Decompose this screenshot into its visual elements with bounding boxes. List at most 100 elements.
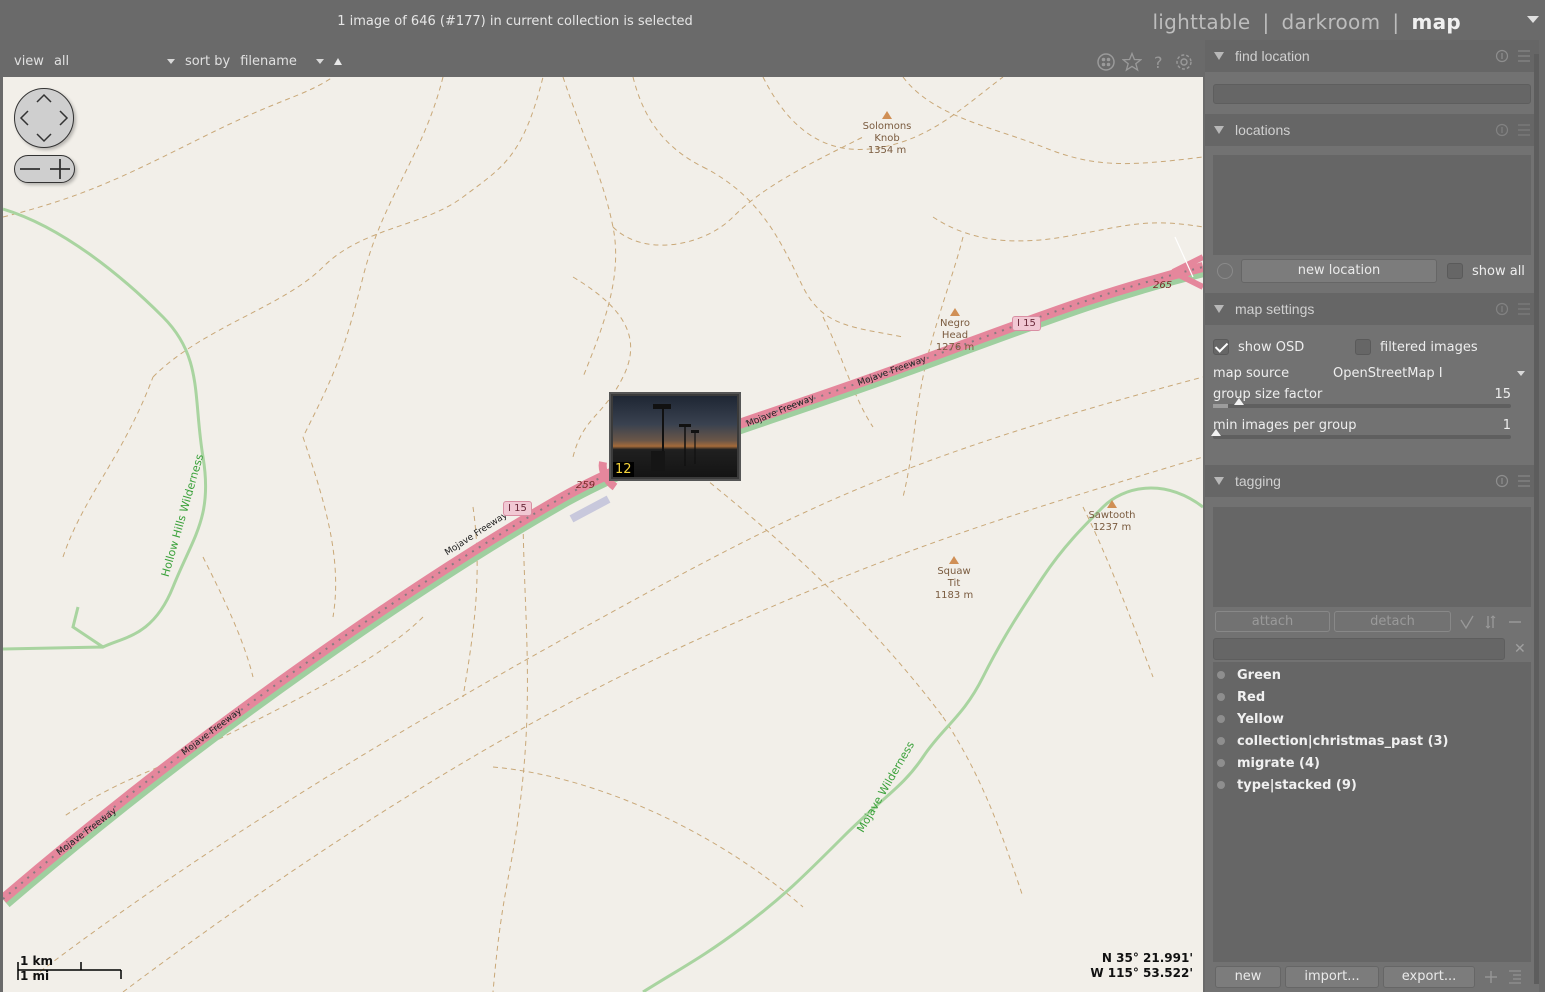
min-images-value: 1 — [1502, 418, 1511, 433]
tag-list-item[interactable]: Yellow — [1213, 708, 1531, 730]
tag-dictionary-list: Green Red Yellow collection|christmas_pa… — [1213, 662, 1531, 962]
view-map[interactable]: map — [1411, 10, 1461, 34]
zoom-in-icon[interactable] — [50, 159, 70, 179]
sort-select[interactable]: filename — [240, 54, 316, 69]
group-size-handle[interactable] — [1233, 398, 1244, 405]
peak-elevation: 1276 m — [935, 342, 975, 353]
module-header-locations[interactable]: locations — [1205, 114, 1539, 146]
peak-name: Solomons Knob — [862, 121, 912, 144]
module-header-map-settings[interactable]: map settings — [1205, 293, 1539, 325]
osd-pan-control — [14, 88, 74, 148]
map-source-select[interactable]: map source OpenStreetMap I — [1213, 366, 1531, 381]
locations-list[interactable] — [1213, 155, 1531, 255]
min-images-track[interactable] — [1211, 429, 1511, 439]
module-header-tagging[interactable]: tagging — [1205, 465, 1539, 497]
sort-dropdown-icon[interactable] — [316, 59, 325, 64]
show-all-checkbox[interactable] — [1447, 263, 1463, 279]
longitude: W 115° 53.522' — [1090, 966, 1193, 980]
tag-dot-icon — [1217, 737, 1225, 745]
import-tags-button[interactable]: import... — [1285, 966, 1379, 988]
presets-menu-icon[interactable] — [1517, 49, 1531, 63]
peak-solomons-knob: Solomons Knob 1354 m — [855, 111, 919, 157]
add-icon[interactable] — [1483, 969, 1499, 985]
view-filter-select[interactable]: all — [54, 54, 167, 69]
expand-triangle-icon[interactable] — [1214, 477, 1224, 485]
find-location-input[interactable] — [1213, 84, 1531, 104]
view-menu-dropdown-icon[interactable] — [1527, 16, 1539, 23]
location-shape-radio-icon[interactable] — [1217, 263, 1233, 279]
group-size-value: 15 — [1494, 387, 1511, 402]
gear-icon[interactable] — [1174, 52, 1194, 72]
tag-label: Green — [1237, 667, 1281, 683]
tag-list-item[interactable]: type|stacked (9) — [1213, 774, 1531, 796]
tag-list-item[interactable]: collection|christmas_past (3) — [1213, 730, 1531, 752]
highway-shield: I 15 — [1012, 316, 1041, 331]
view-separator: | — [1392, 10, 1400, 34]
reset-icon[interactable] — [1495, 49, 1509, 63]
junction-number: 265 — [1153, 280, 1173, 291]
group-size-track[interactable] — [1213, 398, 1511, 408]
find-location-body — [1205, 72, 1539, 114]
tree-view-toggle-icon[interactable] — [1507, 969, 1523, 985]
help-icon[interactable]: ? — [1148, 52, 1168, 72]
new-tag-button[interactable]: new — [1215, 966, 1281, 988]
filtered-images-checkbox[interactable] — [1355, 339, 1371, 355]
tag-label: Red — [1237, 689, 1266, 705]
min-images-slider[interactable]: min images per group 1 — [1211, 418, 1511, 439]
panel-scrollbar[interactable] — [1534, 54, 1539, 984]
min-images-handle[interactable] — [1211, 429, 1221, 436]
star-icon[interactable] — [1122, 52, 1142, 72]
attached-tags-list[interactable] — [1213, 507, 1531, 607]
view-lighttable[interactable]: lighttable — [1152, 10, 1250, 34]
peak-squaw-tit: Squaw Tit 1183 m — [924, 556, 984, 602]
toggle-hide-checkmark-icon[interactable] — [1459, 614, 1475, 630]
tag-dot-icon — [1217, 671, 1225, 679]
view-filter-dropdown-icon[interactable] — [166, 59, 175, 64]
tag-filter-input[interactable] — [1213, 638, 1505, 660]
sort-toggle-icon[interactable] — [1483, 614, 1499, 630]
peak-icon — [950, 308, 960, 316]
selection-info: 1 image of 646 (#177) in current collect… — [337, 14, 693, 29]
clear-filter-icon[interactable]: ✕ — [1514, 641, 1526, 657]
pan-left-icon[interactable] — [19, 110, 29, 126]
expand-triangle-icon[interactable] — [1214, 305, 1224, 313]
show-osd-checkbox[interactable] — [1213, 339, 1229, 355]
grouping-icon[interactable] — [1096, 52, 1116, 72]
tag-dot-icon — [1217, 781, 1225, 789]
new-location-button[interactable]: new location — [1241, 259, 1437, 283]
latitude: N 35° 21.991' — [1101, 951, 1193, 965]
reset-icon[interactable] — [1495, 123, 1509, 137]
reset-icon[interactable] — [1495, 474, 1509, 488]
group-size-slider[interactable]: group size factor 15 — [1213, 387, 1511, 408]
pan-right-icon[interactable] — [59, 110, 69, 126]
tag-list-item[interactable]: migrate (4) — [1213, 752, 1531, 774]
tag-list-item[interactable]: Green — [1213, 664, 1531, 686]
peak-label-clipped: 1300 m — [403, 77, 441, 81]
presets-menu-icon[interactable] — [1517, 123, 1531, 137]
attach-button[interactable]: attach — [1215, 611, 1330, 632]
sort-direction-ascending-icon[interactable] — [334, 58, 343, 65]
presets-menu-icon[interactable] — [1517, 302, 1531, 316]
image-group-thumbnail[interactable]: 12 — [609, 392, 741, 481]
module-header-find-location[interactable]: find location — [1205, 40, 1539, 72]
export-tags-button[interactable]: export... — [1383, 966, 1475, 988]
detach-button[interactable]: detach — [1334, 611, 1451, 632]
reset-icon[interactable] — [1495, 302, 1509, 316]
map-source-value: OpenStreetMap I — [1333, 366, 1443, 381]
presets-menu-icon[interactable] — [1517, 474, 1531, 488]
map-canvas[interactable]: 1300 m Solomons Knob 1354 m Negro Head 1… — [3, 77, 1203, 992]
collapse-icon[interactable] — [1507, 614, 1523, 630]
expand-triangle-icon[interactable] — [1214, 126, 1224, 134]
tag-dot-icon — [1217, 759, 1225, 767]
module-title: locations — [1235, 122, 1291, 138]
view-switcher: lighttable | darkroom | map — [1146, 10, 1467, 34]
image-group-count: 12 — [613, 462, 634, 477]
show-all-label: show all — [1472, 263, 1525, 279]
pan-down-icon[interactable] — [36, 133, 52, 143]
pan-up-icon[interactable] — [36, 93, 52, 103]
expand-triangle-icon[interactable] — [1214, 52, 1224, 60]
map-source-dropdown-icon[interactable] — [1517, 371, 1525, 376]
tag-list-item[interactable]: Red — [1213, 686, 1531, 708]
osd-zoom-control — [14, 155, 75, 183]
view-darkroom[interactable]: darkroom — [1281, 10, 1380, 34]
